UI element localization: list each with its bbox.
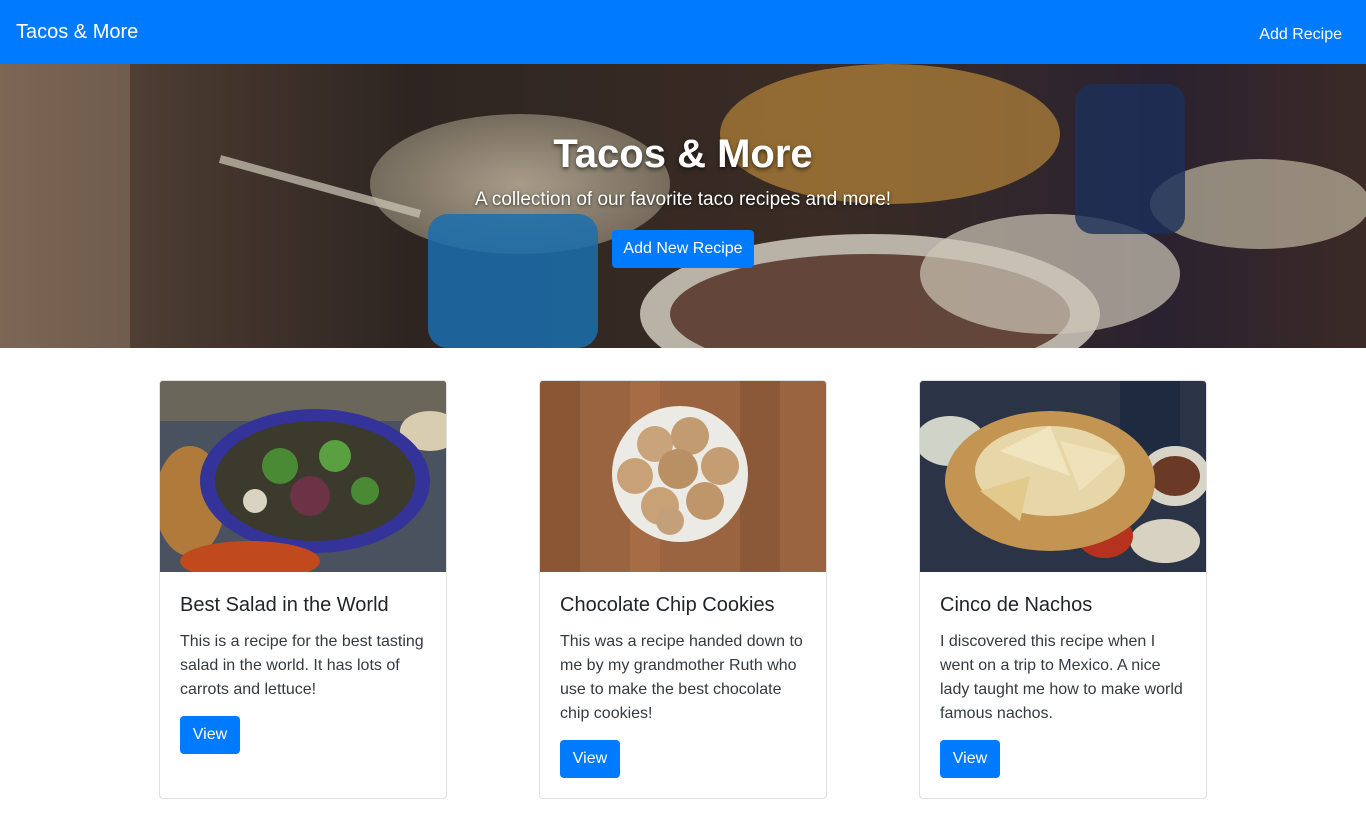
hero-banner: Tacos & More A collection of our favorit… <box>0 64 1366 348</box>
recipe-card: Best Salad in the World This is a recipe… <box>159 380 447 799</box>
nachos-photo <box>920 381 1206 572</box>
card-title: Cinco de Nachos <box>940 594 1093 616</box>
salad-photo <box>160 381 446 572</box>
view-button[interactable]: View <box>940 740 1000 778</box>
recipe-card: Chocolate Chip Cookies This was a recipe… <box>539 380 827 799</box>
card-text: This is a recipe for the best tasting sa… <box>180 633 424 698</box>
hero-subtitle: A collection of our favorite taco recipe… <box>474 189 892 210</box>
navbar-brand[interactable]: Tacos & More <box>16 21 138 44</box>
add-new-recipe-button[interactable]: Add New Recipe <box>612 230 754 268</box>
view-button[interactable]: View <box>180 716 240 754</box>
view-button[interactable]: View <box>560 740 620 778</box>
cookies-photo <box>540 381 826 572</box>
card-text: This was a recipe handed down to me by m… <box>560 633 803 722</box>
card-title: Chocolate Chip Cookies <box>560 594 775 616</box>
add-recipe-link[interactable]: Add Recipe <box>1259 26 1342 44</box>
hero-title: Tacos & More <box>553 132 813 176</box>
card-title: Best Salad in the World <box>180 594 389 616</box>
recipe-card: Cinco de Nachos I discovered this recipe… <box>919 380 1207 799</box>
navbar: Tacos & More Add Recipe <box>0 0 1366 64</box>
card-text: I discovered this recipe when I went on … <box>940 633 1183 722</box>
